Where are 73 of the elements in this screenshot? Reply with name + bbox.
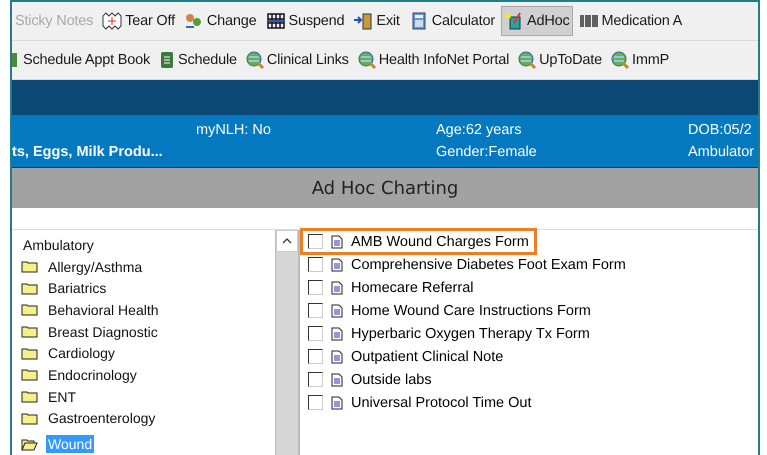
- toolbar-button[interactable]: Schedule Appt Book: [20, 45, 153, 75]
- tree-item[interactable]: Cardiology: [46, 344, 117, 362]
- folder-icon: [21, 260, 38, 274]
- toolbar-button[interactable]: Medication A: [576, 6, 686, 36]
- toolbar-button[interactable]: Change: [180, 6, 260, 36]
- toolbar-button[interactable]: AdHoc: [501, 6, 573, 36]
- toolbar-button[interactable]: Schedule: [156, 45, 240, 75]
- document-icon: [331, 234, 343, 248]
- folder-icon: [21, 282, 38, 295]
- document-icon: [331, 326, 343, 340]
- checkbox[interactable]: [308, 303, 323, 318]
- checkbox[interactable]: [308, 372, 323, 387]
- form-name[interactable]: AMB Wound Charges Form: [351, 234, 529, 250]
- checkbox[interactable]: [308, 349, 323, 364]
- folder-icon: [21, 390, 38, 404]
- allergy-text: ts, Eggs, Milk Produ...: [12, 144, 164, 160]
- form-name[interactable]: Outpatient Clinical Note: [351, 348, 504, 364]
- document-icon: [331, 258, 343, 272]
- form-name[interactable]: Homecare Referral: [351, 280, 474, 296]
- folder-icon: [21, 346, 38, 360]
- document-icon: [331, 372, 343, 386]
- folder-icon: [21, 368, 38, 382]
- age-text: Age:62 years: [436, 122, 522, 138]
- checkbox[interactable]: [308, 257, 323, 272]
- grid-icon: [266, 12, 286, 30]
- form-name[interactable]: Universal Protocol Time Out: [351, 394, 532, 410]
- document-icon: [331, 280, 343, 294]
- document-icon: [331, 396, 343, 410]
- document-icon: [331, 304, 343, 318]
- section-header: Ad Hoc Charting: [12, 167, 758, 208]
- form-name[interactable]: Home Wound Care Instructions Form: [351, 302, 591, 318]
- gender-text: Gender:Female: [436, 144, 538, 160]
- dob-text: DOB:05/2: [688, 122, 753, 138]
- exit-door-icon: [353, 12, 374, 30]
- form-name[interactable]: Hyperbaric Oxygen Therapy Tx Form: [351, 326, 590, 342]
- globe-search-icon: [358, 51, 376, 69]
- tree-item[interactable]: Breast Diagnostic: [46, 322, 160, 341]
- barcode-icon: [578, 12, 599, 30]
- toolbar-button[interactable]: Exit: [350, 6, 403, 36]
- tree-item[interactable]: Allergy/Asthma: [46, 258, 144, 276]
- toolbar-button[interactable]: UpToDate: [515, 45, 605, 75]
- schedule-icon: [159, 51, 175, 69]
- scroll-up-button[interactable]: [276, 230, 298, 252]
- toolbar-button[interactable]: Calculator: [406, 6, 498, 36]
- tree-item[interactable]: ENT: [46, 388, 78, 406]
- folder-icon: [21, 325, 38, 338]
- tree-item[interactable]: Bariatrics: [46, 279, 108, 298]
- document-icon: [331, 350, 343, 364]
- folder-icon: [21, 412, 38, 425]
- form-name[interactable]: Comprehensive Diabetes Foot Exam Form: [351, 256, 626, 272]
- folder-icon: [21, 303, 38, 316]
- checkbox[interactable]: [308, 234, 323, 249]
- tree-root[interactable]: Ambulatory: [21, 236, 96, 254]
- toolbar-button[interactable]: ImmP: [608, 45, 672, 75]
- toolbar-button[interactable]: Suspend: [262, 6, 348, 36]
- location-text: Ambulator: [688, 144, 756, 160]
- tree-item[interactable]: Gastroenterology: [46, 409, 158, 428]
- tree-item[interactable]: Behavioral Health: [46, 300, 161, 319]
- toolbar-button[interactable]: Health InfoNet Portal: [354, 45, 512, 75]
- portal-status: myNLH: No: [196, 122, 272, 138]
- form-name[interactable]: Outside labs: [351, 372, 432, 388]
- globe-search-icon: [518, 51, 536, 69]
- torn-page-icon: [102, 12, 122, 30]
- open-folder-icon: [21, 438, 38, 451]
- toolbar-button[interactable]: Tear Off: [99, 6, 178, 36]
- toolbar-button[interactable]: Clinical Links: [242, 45, 352, 75]
- checkbox[interactable]: [308, 395, 323, 410]
- caret-up-icon: [282, 238, 292, 244]
- checkbox[interactable]: [308, 280, 323, 295]
- globe-search-icon: [611, 51, 629, 69]
- globe-search-icon: [246, 51, 264, 69]
- checkbox[interactable]: [308, 326, 323, 341]
- tree-item[interactable]: Endocrinology: [46, 366, 139, 384]
